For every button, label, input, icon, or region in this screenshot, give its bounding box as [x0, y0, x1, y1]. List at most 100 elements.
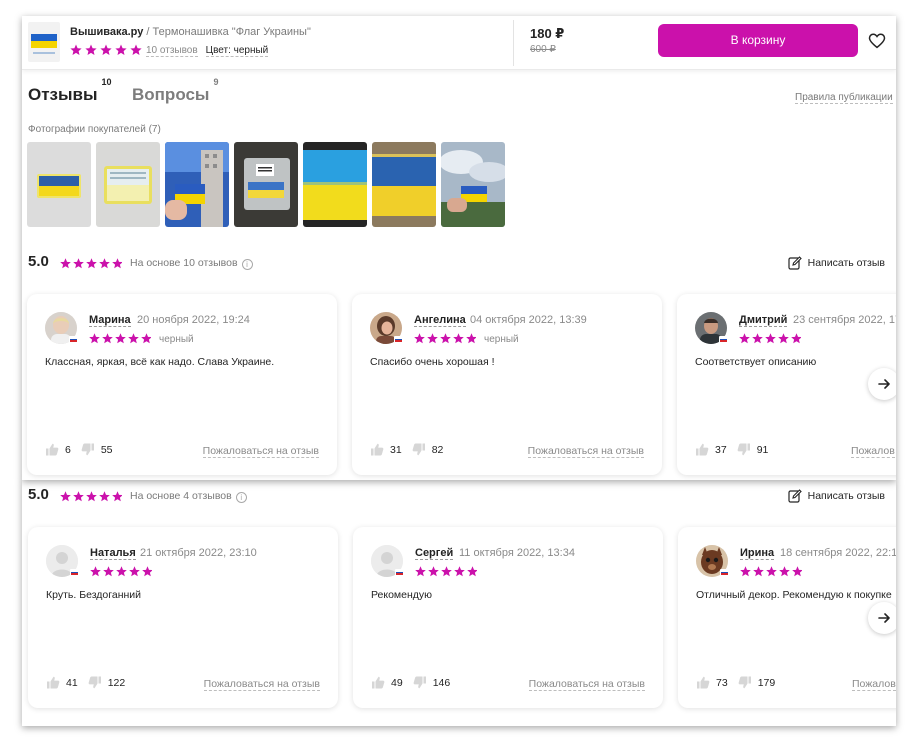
like-count: 31 [390, 443, 402, 456]
like-button[interactable]: 37 [695, 443, 727, 456]
based-on-text: На основе 4 отзывов i [130, 490, 247, 503]
flag-icon [719, 336, 728, 343]
like-count: 6 [65, 443, 71, 456]
dislike-button[interactable]: 146 [413, 676, 451, 689]
reviewer-name[interactable]: Дмитрий [739, 314, 788, 327]
dislike-button[interactable]: 91 [737, 443, 768, 456]
average-rating-stars [60, 256, 123, 274]
info-icon[interactable]: i [241, 259, 253, 270]
report-review-link[interactable]: Пожаловаться на отзыв [203, 678, 320, 691]
thumb-up-icon [372, 676, 385, 689]
rating-summary: 5.0 На основе 10 отзывов i [28, 253, 890, 273]
tab-reviews-count: 10 [101, 77, 112, 88]
reviewer-name[interactable]: Наталья [90, 547, 136, 560]
thumb-up-icon [696, 443, 709, 456]
flag-icon [395, 569, 404, 576]
review-stars [89, 331, 152, 349]
customer-photo[interactable] [96, 142, 160, 227]
edit-icon [788, 489, 802, 503]
color-selector[interactable]: Цвет: черный [205, 45, 269, 57]
review-votes: 31 82 [370, 443, 453, 456]
customer-photo[interactable] [441, 142, 505, 227]
star-icon [90, 566, 153, 577]
product-title[interactable]: Вышивака.ру / Термонашивка "Флаг Украины… [70, 26, 311, 38]
flag-icon [720, 569, 729, 576]
report-review-link[interactable]: Пожаловаться на отзыв [528, 678, 645, 691]
like-count: 37 [715, 443, 727, 456]
star-icon [740, 566, 803, 577]
reviewer-name[interactable]: Сергей [415, 547, 454, 560]
like-button[interactable]: 73 [696, 676, 728, 689]
customer-photo[interactable] [165, 142, 229, 227]
customer-photo[interactable] [27, 142, 91, 227]
report-review-link[interactable]: Пожалов [851, 445, 895, 458]
like-button[interactable]: 49 [371, 676, 403, 689]
star-icon [60, 491, 123, 502]
star-icon [89, 333, 152, 344]
product-header: Вышивака.ру / Термонашивка "Флаг Украины… [22, 16, 896, 70]
like-button[interactable]: 6 [45, 443, 71, 456]
thumb-down-icon [88, 676, 101, 689]
like-button[interactable]: 41 [46, 676, 78, 689]
reviews-count-link[interactable]: 10 отзывов [146, 45, 198, 57]
review-date: 18 сентября 2022, 22:19 [780, 547, 896, 559]
publication-rules-link[interactable]: Правила публикации [795, 92, 893, 104]
reviewer-name[interactable]: Марина [89, 314, 131, 327]
review-stars [415, 564, 478, 582]
like-button[interactable]: 31 [370, 443, 402, 456]
thumb-up-icon [697, 676, 710, 689]
review-votes: 6 55 [45, 443, 123, 456]
tab-questions[interactable]: Вопросы9 [132, 77, 218, 105]
customer-photo[interactable] [372, 142, 436, 227]
customer-photo[interactable] [234, 142, 298, 227]
review-date: 04 октября 2022, 13:39 [470, 314, 587, 326]
dislike-button[interactable]: 82 [412, 443, 443, 456]
dislike-button[interactable]: 55 [81, 443, 113, 456]
average-score: 5.0 [28, 253, 49, 270]
customer-photos-label: Фотографии покупателей (7) [28, 124, 161, 135]
dislike-count: 179 [757, 676, 776, 689]
tab-reviews[interactable]: Отзывы10 [28, 77, 112, 105]
review-stars [90, 564, 153, 582]
reviewer-name[interactable]: Ирина [740, 547, 775, 560]
product-thumbnail[interactable] [28, 22, 60, 62]
thumb-up-icon [371, 443, 384, 456]
thumb-down-icon [737, 443, 750, 456]
review-card: Ангелина 04 октября 2022, 13:39 черный С… [352, 294, 662, 475]
write-review-button[interactable]: Написать отзыв [788, 256, 885, 270]
review-card: Сергей 11 октября 2022, 13:34 Рекомендую… [353, 527, 663, 708]
report-review-link[interactable]: Пожалов [852, 678, 896, 691]
review-card: Наталья 21 октября 2022, 23:10 Круть. Бе… [28, 527, 338, 708]
arrow-right-icon [878, 613, 890, 623]
write-review-button[interactable]: Написать отзыв [788, 489, 885, 503]
average-rating-stars [60, 489, 123, 507]
review-votes: 49 146 [371, 676, 460, 689]
write-review-label: Написать отзыв [807, 257, 885, 269]
review-card: Ирина 18 сентября 2022, 22:19 Отличный д… [678, 527, 896, 708]
header-meta: 10 отзывов Цвет: черный [146, 45, 269, 57]
add-to-cart-button[interactable]: В корзину [658, 24, 858, 57]
dislike-button[interactable]: 122 [88, 676, 125, 689]
thumb-up-icon [46, 443, 59, 456]
reviewer-name[interactable]: Ангелина [414, 314, 466, 327]
heart-icon[interactable] [868, 32, 886, 50]
report-review-link[interactable]: Пожаловаться на отзыв [202, 445, 319, 458]
star-icon [60, 258, 123, 269]
dislike-count: 146 [432, 676, 451, 689]
tab-questions-label: Вопросы [132, 85, 210, 104]
arrow-right-icon [878, 379, 890, 389]
review-stars [740, 564, 803, 582]
review-text: Соответствует описанию [695, 356, 817, 368]
next-reviews-button[interactable] [868, 368, 896, 400]
seller-name[interactable]: Вышивака.ру [70, 26, 143, 38]
review-date: 11 октября 2022, 13:34 [459, 547, 575, 559]
dislike-button[interactable]: 179 [738, 676, 776, 689]
next-reviews-button[interactable] [868, 602, 896, 634]
based-on-label: На основе 10 отзывов [130, 257, 238, 269]
flag-icon [394, 336, 403, 343]
info-icon[interactable]: i [235, 492, 247, 503]
old-price: 600 ₽ [530, 44, 556, 55]
customer-photo[interactable] [303, 142, 367, 227]
current-price: 180 ₽ [530, 26, 565, 41]
report-review-link[interactable]: Пожаловаться на отзыв [527, 445, 644, 458]
